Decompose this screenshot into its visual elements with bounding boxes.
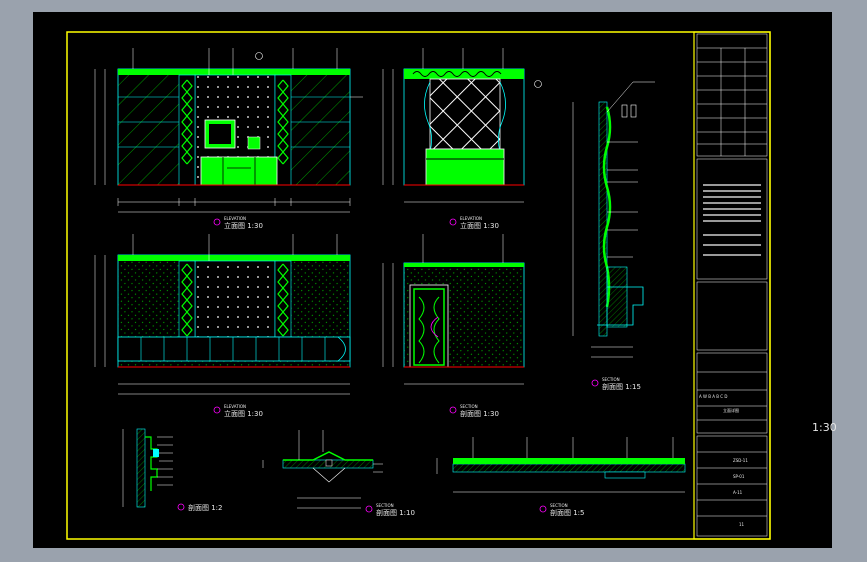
elevation-1-title-en: ELEVATION (224, 216, 246, 221)
detail-c: SECTION 剖面图 1:5 (436, 437, 686, 517)
section-1-door: SECTION 剖面图 1:30 (382, 234, 525, 418)
title-block-project: A W B A B C D (699, 394, 727, 399)
section-1-title-en: SECTION (460, 404, 478, 409)
title-block: A W B A B C D 立面详图 ZSD-11 SP-01 A-11 11 (693, 31, 771, 540)
elevation-2: ELEVATION 立面图 1:30 (382, 48, 542, 230)
detail-b-title: 剖面图 1:10 (376, 508, 415, 517)
cad-drawing-canvas: ELEVATION 立面图 1:30 ELEVATION 立面图 1:30 SE… (66, 31, 771, 540)
cad-viewport[interactable]: ELEVATION 立面图 1:30 ELEVATION 立面图 1:30 SE… (33, 12, 832, 548)
elevation-1: ELEVATION 立面图 1:30 (94, 48, 363, 230)
elevation-3-title: 立面图 1:30 (224, 409, 263, 418)
title-block-drawing: 立面详图 (723, 407, 739, 413)
elevation-3-title-en: ELEVATION (224, 404, 246, 409)
detail-b: SECTION 剖面图 1:10 (262, 430, 415, 517)
elevation-2-title: 立面图 1:30 (460, 221, 499, 230)
section-1-title: 剖面图 1:30 (460, 409, 499, 418)
title-block-field-b: A-11 (733, 490, 743, 495)
detail-b-title-en: SECTION (376, 503, 394, 508)
detail-a: 剖面图 1:2 (122, 428, 223, 512)
title-block-field-a: SP-01 (733, 474, 745, 479)
section-right: SECTION 剖面图 1:15 (572, 81, 655, 391)
detail-a-title: 剖面图 1:2 (188, 503, 223, 512)
title-block-sheet: 11 (739, 522, 745, 527)
elevation-1-title: 立面图 1:30 (224, 221, 263, 230)
detail-c-title-en: SECTION (550, 503, 568, 508)
detail-c-title: 剖面图 1:5 (550, 508, 585, 517)
title-block-code: ZSD-11 (733, 458, 748, 463)
scale-label: 1:30 (812, 421, 837, 434)
section-2-title-en: SECTION (602, 377, 620, 382)
section-2-title: 剖面图 1:15 (602, 382, 641, 391)
elevation-2-title-en: ELEVATION (460, 216, 482, 221)
elevation-3: ELEVATION 立面图 1:30 (94, 234, 351, 418)
